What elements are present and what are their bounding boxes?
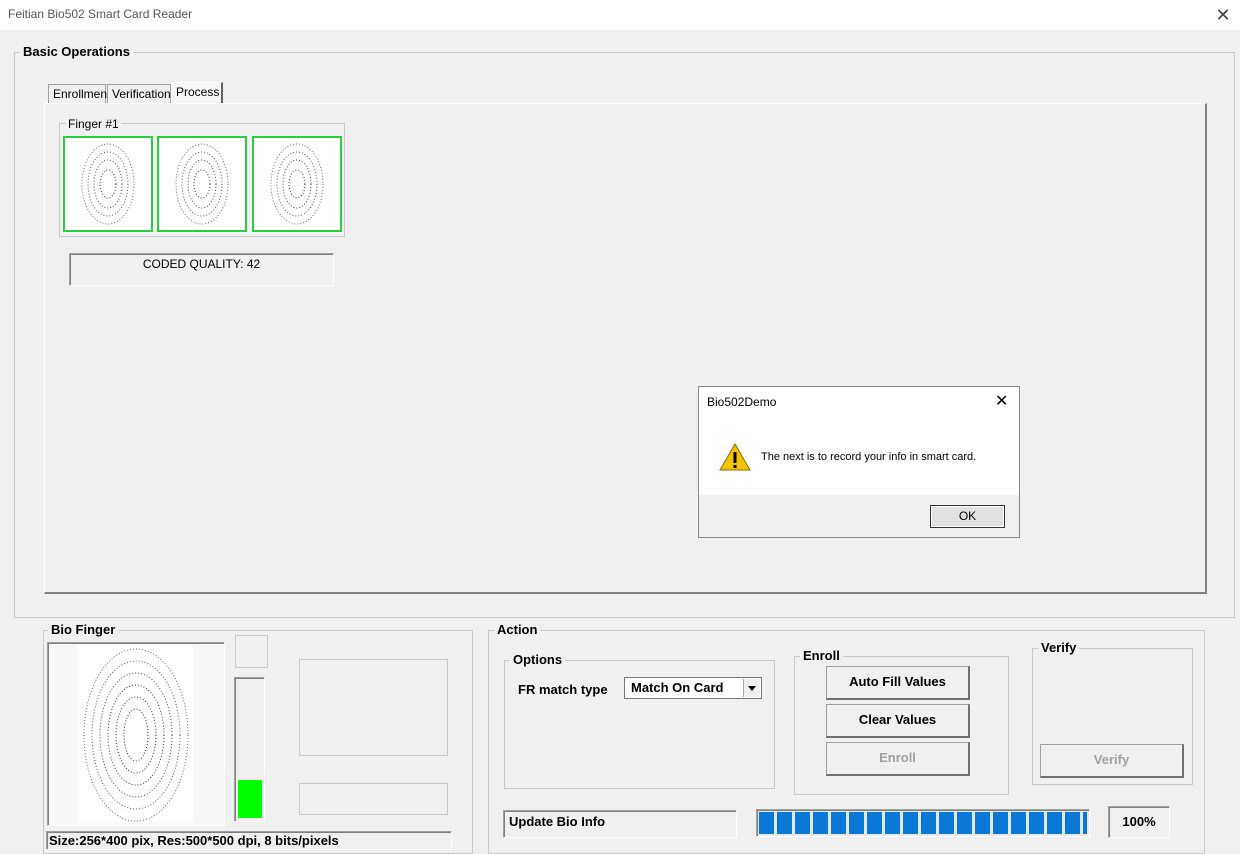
coded-quality-box: CODED QUALITY: 42 — [69, 253, 334, 286]
basic-operations-label: Basic Operations — [20, 44, 133, 59]
bio-finger-info-box-small — [299, 783, 448, 815]
tab-process[interactable]: Process — [171, 82, 223, 104]
progress-bar-fill — [759, 812, 1087, 834]
progress-segment — [1065, 812, 1080, 834]
chevron-down-icon[interactable] — [743, 679, 760, 697]
progress-segment — [993, 812, 1008, 834]
fr-match-type-label: FR match type — [518, 682, 608, 697]
progress-segment — [957, 812, 972, 834]
tab-enrollment[interactable]: Enrollment — [48, 84, 110, 104]
fingerprint-image-2 — [175, 143, 229, 225]
dialog-ok-button[interactable]: OK — [930, 505, 1005, 528]
finger-1-label: Finger #1 — [66, 117, 121, 131]
verify-label: Verify — [1038, 640, 1080, 655]
warning-icon — [719, 442, 751, 474]
bio-finger-status-text: Size:256*400 pix, Res:500*500 dpi, 8 bit… — [49, 833, 339, 848]
progress-segment — [921, 812, 936, 834]
bio-finger-image — [78, 645, 193, 823]
bio-finger-info-box — [299, 659, 448, 756]
fingerprint-image-1 — [79, 140, 137, 228]
progress-segment — [867, 812, 882, 834]
quality-meter-fill — [238, 780, 262, 818]
message-dialog: Bio502Demo ✕ The next is to record your … — [698, 386, 1020, 538]
progress-segment — [885, 812, 900, 834]
enroll-button[interactable]: Enroll — [826, 742, 970, 776]
progress-percent-text: 100% — [1122, 814, 1156, 829]
progress-segment — [1047, 812, 1062, 834]
clear-values-button[interactable]: Clear Values — [826, 704, 970, 738]
verify-button[interactable]: Verify — [1040, 744, 1184, 778]
fingerprint-thumbnail-3 — [252, 136, 342, 232]
title-bar: Feitian Bio502 Smart Card Reader ✕ — [0, 0, 1240, 30]
bio-finger-small-box — [235, 635, 268, 668]
progress-segment — [975, 812, 990, 834]
quality-meter — [234, 677, 265, 822]
progress-segment — [849, 812, 864, 834]
dialog-message: The next is to record your info in smart… — [761, 451, 977, 463]
action-label: Action — [494, 622, 541, 637]
fr-match-type-select[interactable]: Match On Card — [624, 677, 762, 699]
bio-finger-label: Bio Finger — [48, 622, 119, 637]
enroll-label: Enroll — [800, 648, 843, 663]
dialog-close-button[interactable]: ✕ — [995, 391, 1008, 411]
action-status-text: Update Bio Info — [509, 814, 606, 829]
progress-segment — [759, 812, 774, 834]
options-label: Options — [510, 652, 566, 667]
bio-finger-status-bar: Size:256*400 pix, Res:500*500 dpi, 8 bit… — [46, 831, 452, 850]
progress-percent-box: 100% — [1108, 806, 1170, 838]
progress-segment — [903, 812, 918, 834]
fingerprint-thumbnail-2 — [157, 136, 247, 232]
coded-quality-text: CODED QUALITY: 42 — [142, 257, 261, 271]
progress-segment — [831, 812, 846, 834]
action-status-field: Update Bio Info — [503, 810, 737, 838]
progress-segment — [795, 812, 810, 834]
progress-bar — [756, 809, 1090, 837]
dialog-body: Bio502Demo ✕ The next is to record your … — [699, 387, 1019, 495]
progress-segment — [1083, 812, 1087, 834]
fingerprint-thumbnail-1 — [63, 136, 153, 232]
progress-segment — [813, 812, 828, 834]
progress-segment — [939, 812, 954, 834]
tab-verification[interactable]: Verification — [107, 84, 171, 104]
bio-finger-image-frame — [47, 642, 225, 826]
window-title: Feitian Bio502 Smart Card Reader — [8, 7, 193, 21]
progress-segment — [1029, 812, 1044, 834]
auto-fill-values-button[interactable]: Auto Fill Values — [826, 666, 970, 700]
fingerprint-image-3 — [270, 143, 324, 225]
window-close-button[interactable]: ✕ — [1208, 2, 1238, 28]
progress-segment — [1011, 812, 1026, 834]
progress-segment — [777, 812, 792, 834]
dialog-title: Bio502Demo — [707, 395, 777, 409]
fr-match-type-value: Match On Card — [631, 680, 724, 695]
